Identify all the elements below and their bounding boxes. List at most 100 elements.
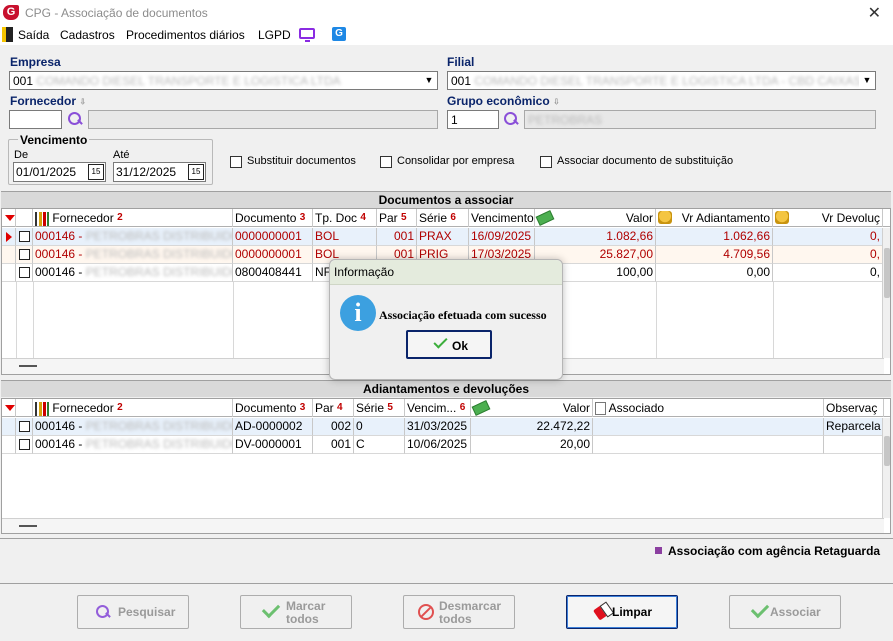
table-row[interactable]: 000146 - PETROBRAS DISTRIBUIDORA AD-0000… — [2, 418, 890, 436]
monitor-icon[interactable] — [299, 28, 315, 42]
col-serie[interactable]: Série 5 — [354, 399, 405, 417]
columns-chart-icon — [35, 211, 49, 226]
cell-documento: 0000000001 — [233, 246, 313, 264]
filial-select[interactable]: 001 COMANDO DIESEL TRANSPORTE E LOGISTIC… — [447, 71, 876, 90]
pesquisar-button[interactable]: Pesquisar — [77, 595, 189, 629]
grupo-name-field: PETROBRAS — [524, 110, 876, 129]
cell-vr-devolucao: 0, — [773, 246, 883, 264]
current-row-indicator-icon — [6, 232, 12, 242]
footer-dash — [19, 365, 37, 367]
search-icon[interactable] — [503, 111, 519, 127]
menu-saida[interactable]: Saída — [18, 28, 49, 42]
horizontal-scrollbar[interactable] — [2, 518, 884, 533]
col-documento[interactable]: Documento 3 — [233, 399, 313, 417]
filial-label: Filial — [447, 55, 475, 69]
row-checkbox — [19, 249, 30, 260]
substituir-checkbox[interactable] — [230, 156, 242, 168]
documentos-section-header: Documentos a associar — [1, 191, 891, 208]
col-par[interactable]: Par 5 — [377, 209, 417, 227]
money-icon — [471, 400, 491, 416]
chevron-down-icon[interactable]: ▼ — [421, 72, 437, 89]
desmarcar-todos-button[interactable]: Desmarcar todos — [403, 595, 515, 629]
cell-associado — [593, 436, 824, 454]
grupo-code-input[interactable]: 1 — [447, 110, 499, 129]
search-icon — [95, 604, 111, 620]
col-vr-devolucao[interactable]: Vr Devoluç — [773, 209, 883, 227]
cell-vencimento: 16/09/2025 — [469, 228, 535, 246]
de-label: De — [14, 149, 29, 161]
info-icon: i — [340, 295, 376, 331]
dialog-message: Associação efetuada com sucesso — [379, 308, 547, 322]
consolidar-checkbox[interactable] — [380, 156, 392, 168]
app-logo-icon: G — [3, 5, 19, 20]
cell-fornecedor: 000146 - PETROBRAS DISTRIBUIDORA — [33, 418, 233, 436]
vertical-scrollbar[interactable] — [882, 418, 890, 518]
fornecedor-code-input[interactable] — [9, 110, 62, 129]
cell-par: 002 — [313, 418, 354, 436]
menu-lgpd[interactable]: LGPD — [258, 28, 291, 42]
ate-date-input[interactable]: 31/12/2025 15 — [113, 162, 206, 182]
limpar-button[interactable]: Limpar — [566, 595, 678, 629]
cell-fornecedor: 000146 - PETROBRAS DISTRIBUIDORA — [33, 436, 233, 454]
col-vr-adiantamento[interactable]: Vr Adiantamento — [656, 209, 773, 227]
marcar-todos-button[interactable]: Marcar todos — [240, 595, 352, 629]
menu-procedimentos-diarios[interactable]: Procedimentos diários — [126, 28, 245, 42]
fornecedor-label: Fornecedor ⇩ — [10, 94, 87, 108]
associar-substituicao-checkbox[interactable] — [540, 156, 552, 168]
calendar-icon[interactable]: 15 — [88, 164, 104, 180]
associar-button[interactable]: Associar — [729, 595, 841, 629]
filter-menu-icon[interactable] — [2, 399, 16, 417]
chevron-down-icon[interactable]: ▼ — [859, 72, 875, 89]
exit-door-icon[interactable] — [2, 27, 13, 42]
calendar-icon[interactable]: 15 — [188, 164, 204, 180]
col-associado[interactable]: Associado — [593, 399, 824, 417]
coins-icon — [658, 211, 672, 224]
checkmark-icon — [750, 599, 770, 619]
row-checkbox — [19, 439, 30, 450]
col-valor[interactable]: Valor — [535, 209, 656, 227]
cell-serie: PRAX — [417, 228, 469, 246]
adiantamentos-grid-header: Fornecedor 2 Documento 3 Par 4 Série 5 V… — [2, 399, 890, 417]
de-date-input[interactable]: 01/01/2025 15 — [13, 162, 106, 182]
menu-cadastros[interactable]: Cadastros — [60, 28, 115, 42]
col-serie[interactable]: Série 6 — [417, 209, 469, 227]
vertical-scrollbar[interactable] — [882, 228, 890, 358]
col-observacao[interactable]: Observaç — [824, 399, 884, 417]
cell-tp-doc: BOL — [313, 228, 377, 246]
footer-dash — [19, 525, 37, 527]
col-fornecedor[interactable]: Fornecedor 2 — [33, 399, 233, 417]
cell-vr-devolucao: 0, — [773, 264, 883, 282]
empresa-code: 001 — [13, 74, 34, 88]
col-vencimento[interactable]: Vencim... 6 — [405, 399, 471, 417]
col-valor[interactable]: Valor — [471, 399, 593, 417]
col-tp-doc[interactable]: Tp. Doc 4 — [313, 209, 377, 227]
cell-valor: 1.082,66 — [535, 228, 656, 246]
close-button[interactable]: ✕ — [868, 3, 881, 23]
cell-associado — [593, 418, 824, 436]
cell-serie: C — [354, 436, 405, 454]
g-app-icon[interactable]: G — [332, 27, 346, 41]
select-column-header — [16, 209, 33, 227]
col-vencimento[interactable]: Vencimento — [469, 209, 535, 227]
associar-substituicao-label: Associar documento de substituição — [557, 155, 734, 167]
search-icon[interactable] — [67, 111, 83, 127]
cell-documento: 0000000001 — [233, 228, 313, 246]
filter-menu-icon[interactable] — [2, 209, 16, 227]
cell-vencimento: 31/03/2025 — [405, 418, 471, 436]
checkmark-icon — [433, 334, 448, 349]
substituir-label: Substituir documentos — [247, 155, 356, 167]
table-row[interactable]: 000146 - PETROBRAS DISTRIBUIDORA 0000000… — [2, 228, 890, 246]
empresa-name: COMANDO DIESEL TRANSPORTE E LOGISTICA LT… — [36, 74, 341, 88]
cell-documento: AD-0000002 — [233, 418, 313, 436]
col-fornecedor[interactable]: Fornecedor 2 — [33, 209, 233, 227]
cell-observacao: Reparcela — [824, 418, 884, 436]
cell-fornecedor: 000146 - PETROBRAS DISTRIBUIDORA — [33, 246, 233, 264]
col-documento[interactable]: Documento 3 — [233, 209, 313, 227]
col-par[interactable]: Par 4 — [313, 399, 354, 417]
ok-button[interactable]: Ok — [406, 330, 492, 359]
cell-valor: 20,00 — [471, 436, 593, 454]
cell-fornecedor: 000146 - PETROBRAS DISTRIBUIDORA — [33, 264, 233, 282]
table-row[interactable]: 000146 - PETROBRAS DISTRIBUIDORA DV-0000… — [2, 436, 890, 454]
empresa-select[interactable]: 001 COMANDO DIESEL TRANSPORTE E LOGISTIC… — [9, 71, 438, 90]
checkmark-icon — [261, 599, 281, 619]
